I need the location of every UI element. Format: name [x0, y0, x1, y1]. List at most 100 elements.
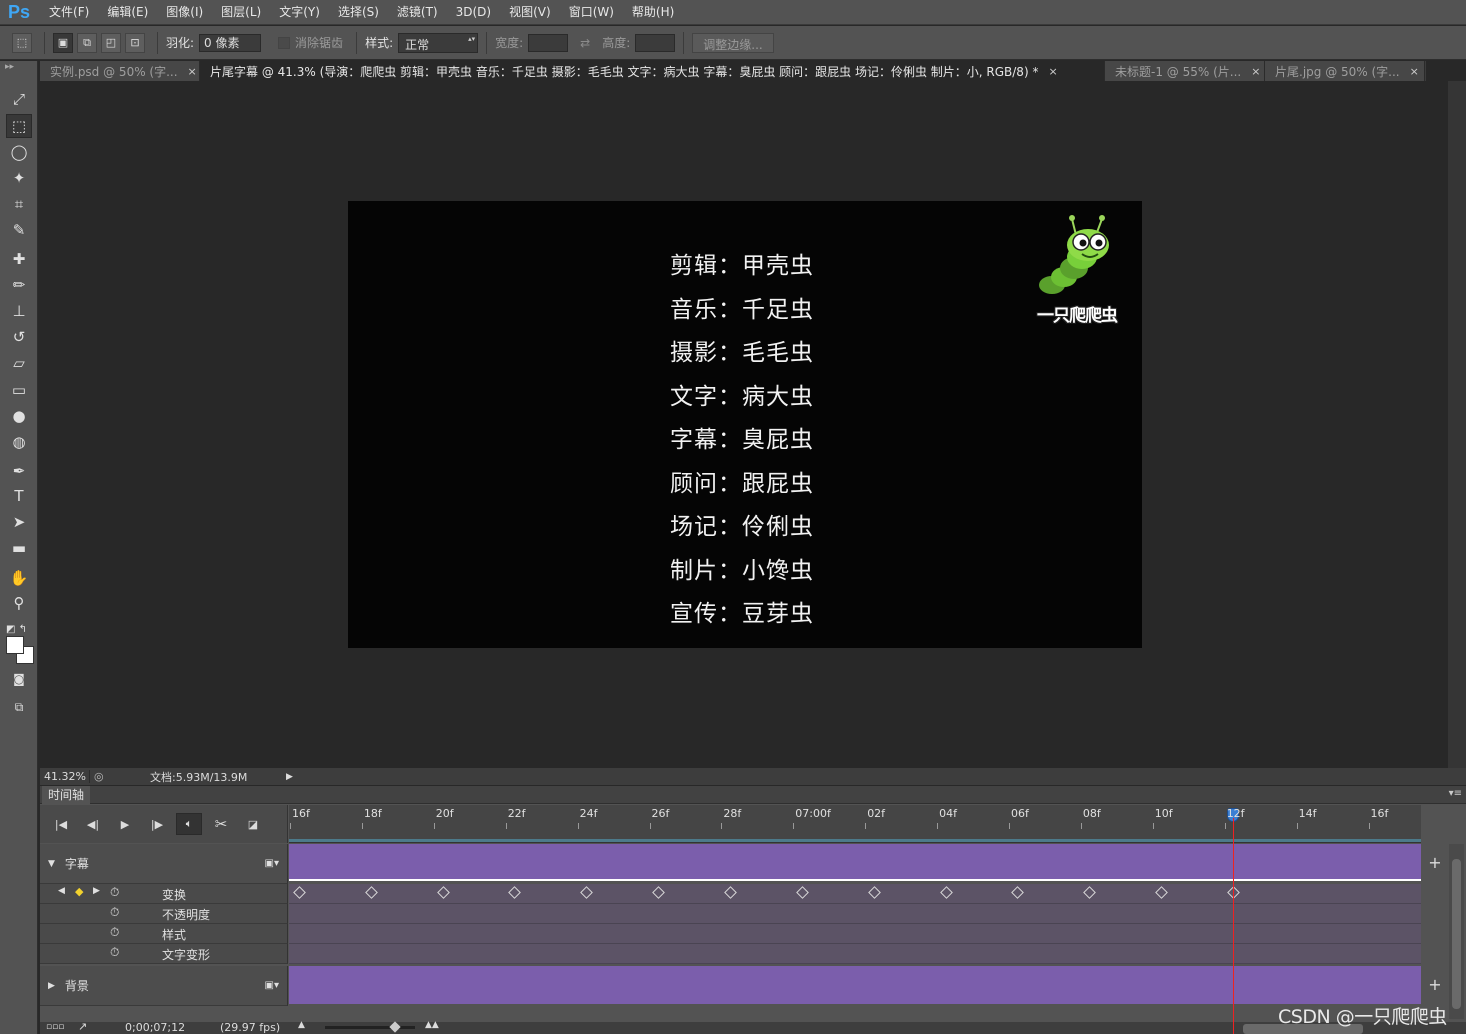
antialias-checkbox[interactable] — [278, 36, 291, 49]
keyframe[interactable] — [1011, 886, 1024, 899]
first-frame-icon[interactable]: |◀ — [48, 813, 74, 835]
zoom-icon[interactable]: ⚲ — [6, 591, 32, 615]
keyframe[interactable] — [724, 886, 737, 899]
menu-window[interactable]: 窗口(W) — [560, 0, 623, 25]
magic-wand-icon[interactable]: ✦ — [6, 166, 32, 190]
add-selection-icon[interactable]: ⧉ — [77, 32, 97, 53]
intersect-selection-icon[interactable]: ⊡ — [125, 32, 145, 53]
pen-icon[interactable]: ✒ — [6, 459, 32, 483]
dodge-icon[interactable]: ◍ — [6, 430, 32, 454]
scroll-thumb[interactable] — [1452, 859, 1461, 1009]
document-canvas[interactable]: 剪辑：甲壳虫 音乐：千足虫 摄影：毛毛虫 文字：病大虫 字幕：臭屁虫 顾问：跟屁… — [348, 201, 1142, 648]
keyframe[interactable] — [868, 886, 881, 899]
audio-icon[interactable]: 🔈︎ — [176, 813, 202, 835]
marquee-preset-icon[interactable]: ⬚ — [12, 32, 32, 53]
close-icon[interactable]: × — [1048, 65, 1057, 78]
status-menu-arrow-icon[interactable]: ▶ — [286, 772, 293, 782]
prev-keyframe-icon[interactable]: ◀ — [58, 886, 65, 896]
type-icon[interactable]: T — [6, 484, 32, 508]
eyedropper-icon[interactable]: ✎ — [6, 218, 32, 242]
zoom-slider[interactable] — [325, 1021, 415, 1033]
menu-file[interactable]: 文件(F) — [40, 0, 98, 25]
menu-view[interactable]: 视图(V) — [500, 0, 560, 25]
timeline-title[interactable]: 时间轴 — [42, 786, 91, 804]
subtract-selection-icon[interactable]: ◰ — [101, 32, 121, 53]
style-select[interactable]: 正常 — [398, 32, 479, 53]
close-icon[interactable]: × — [1251, 65, 1260, 78]
add-media-icon[interactable]: + — [1425, 974, 1445, 994]
tab-untitled[interactable]: 未标题-1 @ 55% (片... × — [1105, 61, 1265, 81]
film-strip-icon[interactable]: ▣▾ — [265, 980, 279, 991]
keyframe[interactable] — [652, 886, 665, 899]
foreground-color[interactable] — [6, 636, 24, 654]
brush-icon[interactable]: ✏ — [6, 273, 32, 297]
prop-row-style[interactable]: ⏱︎ 样式 — [40, 924, 288, 944]
film-strip-icon[interactable]: ▣▾ — [265, 858, 279, 869]
history-brush-icon[interactable]: ↺ — [6, 325, 32, 349]
keyframe-diamond-icon[interactable]: ◆ — [75, 885, 83, 898]
crop-icon[interactable]: ⌗ — [6, 192, 32, 216]
menu-help[interactable]: 帮助(H) — [623, 0, 683, 25]
stopwatch-icon[interactable]: ⏱︎ — [110, 905, 119, 920]
tab-pianwei-jpg[interactable]: 片尾.jpg @ 50% (字... × — [1265, 61, 1425, 81]
layer-row-beijing[interactable]: ▶ 背景 ▣▾ — [40, 966, 288, 1006]
zoom-slider-handle[interactable] — [389, 1021, 401, 1033]
keyframe[interactable] — [796, 886, 809, 899]
keyframe[interactable] — [508, 886, 521, 899]
width-input[interactable] — [528, 33, 569, 52]
timeline-vertical-scrollbar[interactable] — [1449, 844, 1464, 1019]
prop-row-text-warp[interactable]: ⏱︎ 文字变形 — [40, 944, 288, 964]
transition-icon[interactable]: ◪ — [240, 813, 266, 835]
info-icon[interactable]: ◎ — [94, 770, 110, 783]
eraser-icon[interactable]: ▱ — [6, 351, 32, 375]
panel-menu-icon[interactable]: ▾≡ — [1449, 788, 1462, 799]
layer-row-zimu[interactable]: ▼ 字幕 ▣▾ — [40, 844, 288, 884]
prop-row-transform[interactable]: ◀ ◆ ▶ ⏱︎ 变换 — [40, 884, 288, 904]
keyframe[interactable] — [1155, 886, 1168, 899]
opacity-track[interactable] — [289, 904, 1421, 924]
menu-layer[interactable]: 图层(L) — [212, 0, 270, 25]
menu-filter[interactable]: 滤镜(T) — [388, 0, 447, 25]
blur-icon[interactable]: ● — [6, 404, 32, 428]
color-swatches[interactable] — [6, 636, 36, 666]
prev-frame-icon[interactable]: ◀| — [80, 813, 106, 835]
keyframe[interactable] — [437, 886, 450, 899]
path-select-icon[interactable]: ➤ — [6, 510, 32, 534]
keyframe[interactable] — [940, 886, 953, 899]
style-track[interactable] — [289, 924, 1421, 944]
toolbox-grip[interactable]: ▸▸ — [0, 61, 37, 85]
collapse-icon[interactable]: ▶ — [48, 981, 55, 991]
keyframe[interactable] — [365, 886, 378, 899]
tab-shili[interactable]: 实例.psd @ 50% (字... × — [40, 61, 200, 81]
zoom-level[interactable]: 41.32% — [40, 770, 90, 783]
menu-image[interactable]: 图像(I) — [157, 0, 212, 25]
stopwatch-icon[interactable]: ⏱︎ — [110, 885, 119, 900]
screen-mode-icon[interactable]: ⧉ — [6, 695, 32, 719]
render-icon[interactable]: ↗ — [78, 1020, 87, 1033]
zoom-out-icon[interactable]: ▲ — [298, 1020, 305, 1030]
next-frame-icon[interactable]: |▶ — [144, 813, 170, 835]
track-clip-zimu[interactable] — [289, 844, 1421, 881]
work-area-bar[interactable] — [289, 839, 1421, 842]
frames-icon[interactable]: ▫▫▫ — [46, 1022, 64, 1032]
keyframe[interactable] — [293, 886, 306, 899]
gradient-icon[interactable]: ▭ — [6, 378, 32, 402]
stamp-icon[interactable]: ⊥ — [6, 299, 32, 323]
shape-icon[interactable]: ▬ — [6, 536, 32, 560]
close-icon[interactable]: × — [188, 65, 197, 78]
add-media-icon[interactable]: + — [1425, 852, 1445, 872]
vertical-scrollbar[interactable] — [1448, 81, 1466, 768]
time-ruler[interactable]: 16f 18f 20f 22f 24f 26f 28f 07:00f 02f 04f 06f 08f 1… — [289, 805, 1421, 843]
tab-pianwei-zimu[interactable]: 片尾字幕 @ 41.3% (导演：爬爬虫 剪辑：甲壳虫 音乐：千足虫 摄影：毛毛… — [200, 61, 1105, 81]
refine-edge-button[interactable]: 调整边缘... — [692, 32, 774, 53]
lasso-icon[interactable]: ◯ — [6, 140, 32, 164]
quick-mask-icon[interactable]: ◙ — [6, 667, 32, 691]
text-warp-track[interactable] — [289, 944, 1421, 964]
hand-icon[interactable]: ✋ — [6, 566, 32, 590]
stopwatch-icon[interactable]: ⏱︎ — [110, 945, 119, 960]
new-selection-icon[interactable]: ▣ — [53, 32, 73, 53]
menu-3d[interactable]: 3D(D) — [447, 0, 500, 25]
feather-input[interactable]: 0 像素 — [199, 33, 262, 52]
menu-select[interactable]: 选择(S) — [329, 0, 388, 25]
next-keyframe-icon[interactable]: ▶ — [93, 886, 100, 896]
